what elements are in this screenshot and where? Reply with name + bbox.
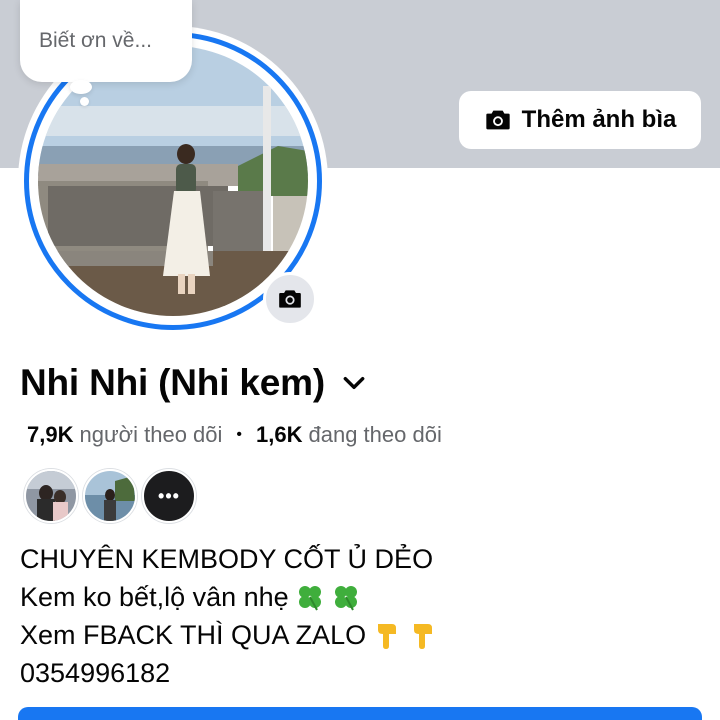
friends-more-button[interactable]: ••• (142, 469, 196, 523)
four-leaf-clover-icon (298, 586, 321, 611)
follow-stats: 7,9K người theo dõi • 1,6K đang theo dõi (27, 422, 442, 448)
note-text: Biết ơn về... (39, 29, 152, 52)
four-leaf-clover-icon (334, 586, 357, 611)
following-label[interactable]: đang theo dõi (309, 422, 442, 448)
camera-icon (485, 110, 510, 130)
profile-name-row: Nhi Nhi (Nhi kem) (20, 362, 367, 404)
more-dots-label: ••• (158, 485, 180, 506)
primary-action-button[interactable] (18, 707, 702, 720)
friend-avatar[interactable] (24, 469, 78, 523)
note-bubble-tail (70, 80, 92, 94)
profile-name: Nhi Nhi (Nhi kem) (20, 362, 325, 403)
chevron-down-icon[interactable] (341, 370, 367, 396)
pointing-down-hand-icon (414, 624, 433, 649)
note-bubble[interactable]: Biết ơn về... (20, 0, 192, 82)
bio-line-4[interactable]: 0354996182 (20, 654, 170, 692)
friends-avatars: ••• (24, 469, 196, 523)
bio-line-1: CHUYÊN KEMBODY CỐT Ủ DẺO (20, 544, 434, 574)
stats-separator: • (236, 426, 243, 443)
pointing-down-hand-icon (378, 624, 397, 649)
camera-icon (279, 290, 301, 308)
note-bubble-tail-dot (80, 97, 89, 106)
add-cover-photo-label: Thêm ảnh bìa (521, 106, 677, 133)
bio-line-2: Kem ko bết,lộ vân nhẹ (20, 582, 289, 612)
followers-label[interactable]: người theo dõi (79, 422, 222, 448)
followers-count[interactable]: 7,9K (27, 422, 73, 448)
following-count[interactable]: 1,6K (256, 422, 302, 448)
profile-bio: CHUYÊN KEMBODY CỐT Ủ DẺO Kem ko bết,lộ v… (20, 540, 438, 692)
friend-avatar[interactable] (83, 469, 137, 523)
bio-line-3: Xem FBACK THÌ QUA ZALO (20, 620, 367, 650)
add-cover-photo-button[interactable]: Thêm ảnh bìa (459, 91, 701, 149)
update-profile-picture-button[interactable] (263, 272, 317, 326)
